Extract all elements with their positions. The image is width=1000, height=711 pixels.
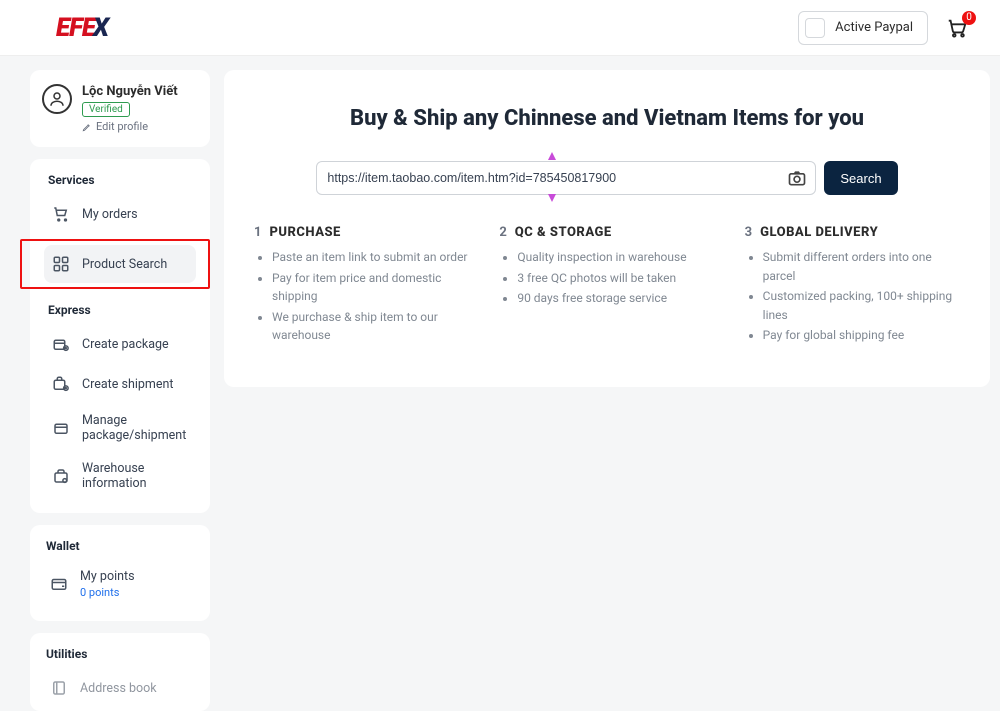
book-icon (48, 677, 70, 699)
wallet-card: Wallet My points 0 points (30, 525, 210, 621)
main: Buy & Ship any Chinnese and Vietnam Item… (224, 70, 990, 711)
cart-button[interactable]: 0 (946, 17, 968, 39)
paypal-label: Active Paypal (835, 20, 913, 35)
express-heading: Express (48, 303, 196, 317)
step-purchase: 1 PURCHASE Paste an item link to submit … (254, 225, 469, 347)
logo-text-main: EFE (56, 13, 95, 43)
sidebar-label-line1: Manage (82, 413, 186, 428)
page-title: Buy & Ship any Chinnese and Vietnam Item… (254, 106, 960, 131)
search-field[interactable] (316, 161, 816, 195)
sidebar-item-address-book[interactable]: Address book (42, 669, 198, 707)
header: EFEX Active Paypal 0 (0, 0, 1000, 56)
sidebar-item-warehouse-info[interactable]: Warehouse information (44, 453, 196, 499)
user-icon (48, 90, 66, 108)
search-row: Search (254, 161, 960, 195)
wallet-icon (48, 573, 70, 595)
highlighted-product-search: Product Search (20, 239, 210, 289)
active-paypal-button[interactable]: Active Paypal (798, 11, 928, 45)
bullet: Submit different orders into one parcel (763, 248, 960, 285)
bullet: Pay for global shipping fee (763, 326, 960, 345)
bullet: Pay for item price and domestic shipping (272, 269, 469, 306)
main-card: Buy & Ship any Chinnese and Vietnam Item… (224, 70, 990, 387)
edit-profile-link[interactable]: Edit profile (82, 120, 178, 133)
step-qc: 2 QC & STORAGE Quality inspection in war… (499, 225, 714, 347)
steps: 1 PURCHASE Paste an item link to submit … (254, 225, 960, 347)
sidebar-label: My orders (82, 207, 138, 222)
sidebar-item-my-points[interactable]: My points 0 points (42, 561, 198, 607)
services-heading: Services (48, 173, 196, 187)
shipment-plus-icon (50, 373, 72, 395)
sidebar-item-product-search[interactable]: Product Search (44, 245, 196, 283)
username: Lộc Nguyễn Viết (82, 84, 178, 99)
utilities-heading: Utilities (46, 647, 198, 661)
pencil-icon (82, 122, 92, 132)
services-card: Services My orders Product Search (30, 159, 210, 513)
wallet-heading: Wallet (46, 539, 198, 553)
step-delivery: 3 GLOBAL DELIVERY Submit different order… (745, 225, 960, 347)
header-right: Active Paypal 0 (798, 11, 968, 45)
step-bullets: Quality inspection in warehouse 3 free Q… (499, 248, 714, 308)
warehouse-icon (50, 465, 72, 487)
camera-icon[interactable] (787, 168, 807, 192)
bullet: 90 days free storage service (517, 289, 714, 308)
grid-icon (50, 253, 72, 275)
sidebar-label: Product Search (82, 257, 167, 272)
profile-card: Lộc Nguyễn Viết Verified Edit profile (30, 70, 210, 147)
step-number: 3 (745, 225, 752, 240)
points-value: 0 points (80, 586, 135, 599)
step-bullets: Submit different orders into one parcel … (745, 248, 960, 345)
step-bullets: Paste an item link to submit an order Pa… (254, 248, 469, 345)
sidebar-item-create-shipment[interactable]: Create shipment (44, 365, 196, 403)
sidebar-label: Warehouse information (82, 461, 190, 491)
step-title: GLOBAL DELIVERY (760, 225, 878, 240)
edit-profile-label: Edit profile (96, 120, 148, 133)
sidebar-item-manage-package[interactable]: Manage package/shipment (44, 405, 196, 451)
package-plus-icon (50, 333, 72, 355)
page: Lộc Nguyễn Viết Verified Edit profile Se… (0, 56, 1000, 711)
bullet: We purchase & ship item to our warehouse (272, 308, 469, 345)
search-input[interactable] (327, 171, 775, 185)
sidebar-label: Create shipment (82, 377, 173, 392)
cart-small-icon (50, 203, 72, 225)
logo-text-tail: X (93, 13, 108, 43)
step-number: 2 (499, 225, 506, 240)
cart-badge: 0 (962, 11, 976, 25)
step-title: PURCHASE (269, 225, 340, 240)
sidebar-item-my-orders[interactable]: My orders (44, 195, 196, 233)
search-button[interactable]: Search (824, 161, 897, 195)
utilities-card: Utilities Address book (30, 633, 210, 711)
sidebar-item-create-package[interactable]: Create package (44, 325, 196, 363)
logo[interactable]: EFEX (56, 13, 108, 43)
sidebar-label: Create package (82, 337, 169, 352)
sidebar-label: Address book (80, 681, 157, 696)
verified-badge: Verified (82, 102, 130, 117)
package-icon (50, 417, 72, 439)
step-number: 1 (254, 225, 261, 240)
bullet: Quality inspection in warehouse (517, 248, 714, 267)
sidebar-label-line2: package/shipment (82, 428, 186, 443)
avatar (42, 84, 72, 114)
bullet: Customized packing, 100+ shipping lines (763, 287, 960, 324)
paypal-icon (805, 18, 825, 38)
step-title: QC & STORAGE (515, 225, 612, 240)
bullet: Paste an item link to submit an order (272, 248, 469, 267)
sidebar: Lộc Nguyễn Viết Verified Edit profile Se… (30, 70, 210, 711)
bullet: 3 free QC photos will be taken (517, 269, 714, 288)
my-points-label: My points (80, 569, 135, 584)
